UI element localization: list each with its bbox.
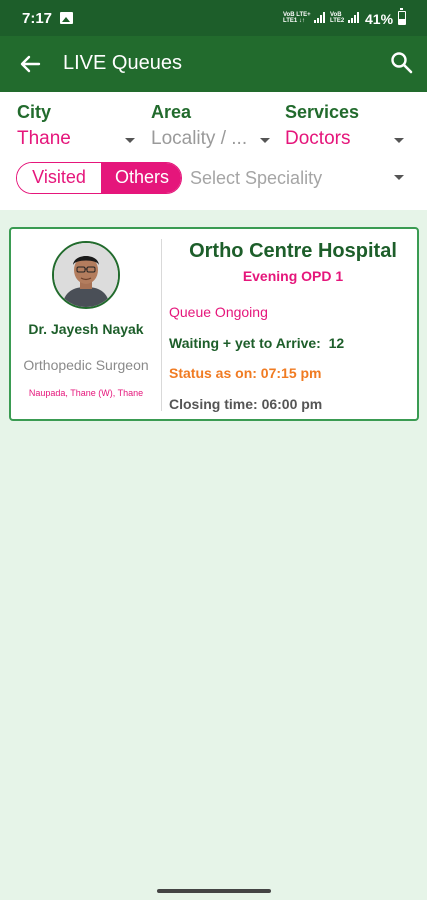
city-value: Thane: [17, 128, 71, 149]
others-toggle-button[interactable]: Others: [101, 163, 181, 193]
closing-time: 06:00 pm: [261, 396, 323, 412]
status-label: Status as on:: [169, 365, 257, 381]
closing-label: Closing time:: [169, 396, 258, 412]
services-value: Doctors: [285, 128, 351, 149]
area-placeholder: Locality / ...: [151, 128, 248, 149]
status-time-line: Status as on: 07:15 pm: [169, 365, 322, 381]
filter-panel: City Thane Area Locality / ... Services …: [0, 92, 427, 210]
app-bar: LIVE Queues: [0, 36, 427, 92]
page-title: LIVE Queues: [63, 52, 182, 74]
doctor-speciality: Orthopedic Surgeon: [23, 357, 149, 373]
waiting-count: 12: [328, 335, 345, 351]
network-label-2: VoB LTE2: [330, 12, 345, 24]
session-name: Evening OPD 1: [242, 268, 344, 284]
doctor-info: Dr. Jayesh Nayak Orthopedic Surgeon Naup…: [11, 229, 161, 419]
closing-time-line: Closing time: 06:00 pm: [169, 396, 322, 412]
doctor-address: Naupada, Thane (W), Thane: [28, 388, 144, 398]
services-label: Services: [285, 102, 360, 122]
home-indicator[interactable]: [157, 889, 271, 893]
status-bar: 7:17 VoB LTE+ LTE1 ↓↑ VoB LTE2 41%: [0, 0, 427, 36]
doctor-avatar: [52, 241, 120, 309]
status-time: 07:15 pm: [260, 365, 322, 381]
area-label: Area: [151, 102, 192, 122]
back-arrow-icon[interactable]: [14, 48, 46, 80]
services-dropdown-arrow-icon: [394, 138, 404, 143]
visited-others-toggle: Visited Others: [16, 162, 182, 194]
network-label-1: VoB LTE+ LTE1 ↓↑: [283, 12, 311, 24]
status-time: 7:17: [22, 10, 53, 27]
card-divider: [161, 239, 162, 411]
visited-toggle-button[interactable]: Visited: [17, 163, 101, 193]
city-dropdown-arrow-icon: [125, 138, 135, 143]
gallery-notification-icon: [60, 12, 73, 24]
city-label: City: [17, 102, 52, 122]
signal-icon-2: [348, 12, 360, 23]
battery-percentage: 41%: [365, 11, 394, 27]
queue-info: Ortho Centre Hospital Evening OPD 1 Queu…: [169, 229, 417, 419]
area-filter[interactable]: Area Locality / ...: [151, 102, 274, 154]
city-filter[interactable]: City Thane: [17, 102, 140, 154]
signal-icon-1: [314, 12, 326, 23]
hospital-name: Ortho Centre Hospital: [189, 240, 397, 262]
services-filter[interactable]: Services Doctors: [285, 102, 410, 154]
battery-icon: [398, 8, 406, 25]
speciality-dropdown[interactable]: Select Speciality: [190, 168, 322, 189]
queue-status: Queue Ongoing: [169, 304, 268, 320]
queue-card[interactable]: Dr. Jayesh Nayak Orthopedic Surgeon Naup…: [9, 227, 419, 421]
search-icon[interactable]: [388, 49, 416, 77]
doctor-name: Dr. Jayesh Nayak: [28, 321, 144, 337]
area-dropdown-arrow-icon: [260, 138, 270, 143]
waiting-label: Waiting + yet to Arrive:: [169, 335, 321, 351]
speciality-dropdown-arrow-icon: [394, 175, 404, 180]
waiting-count-line: Waiting + yet to Arrive: 12: [169, 335, 344, 351]
